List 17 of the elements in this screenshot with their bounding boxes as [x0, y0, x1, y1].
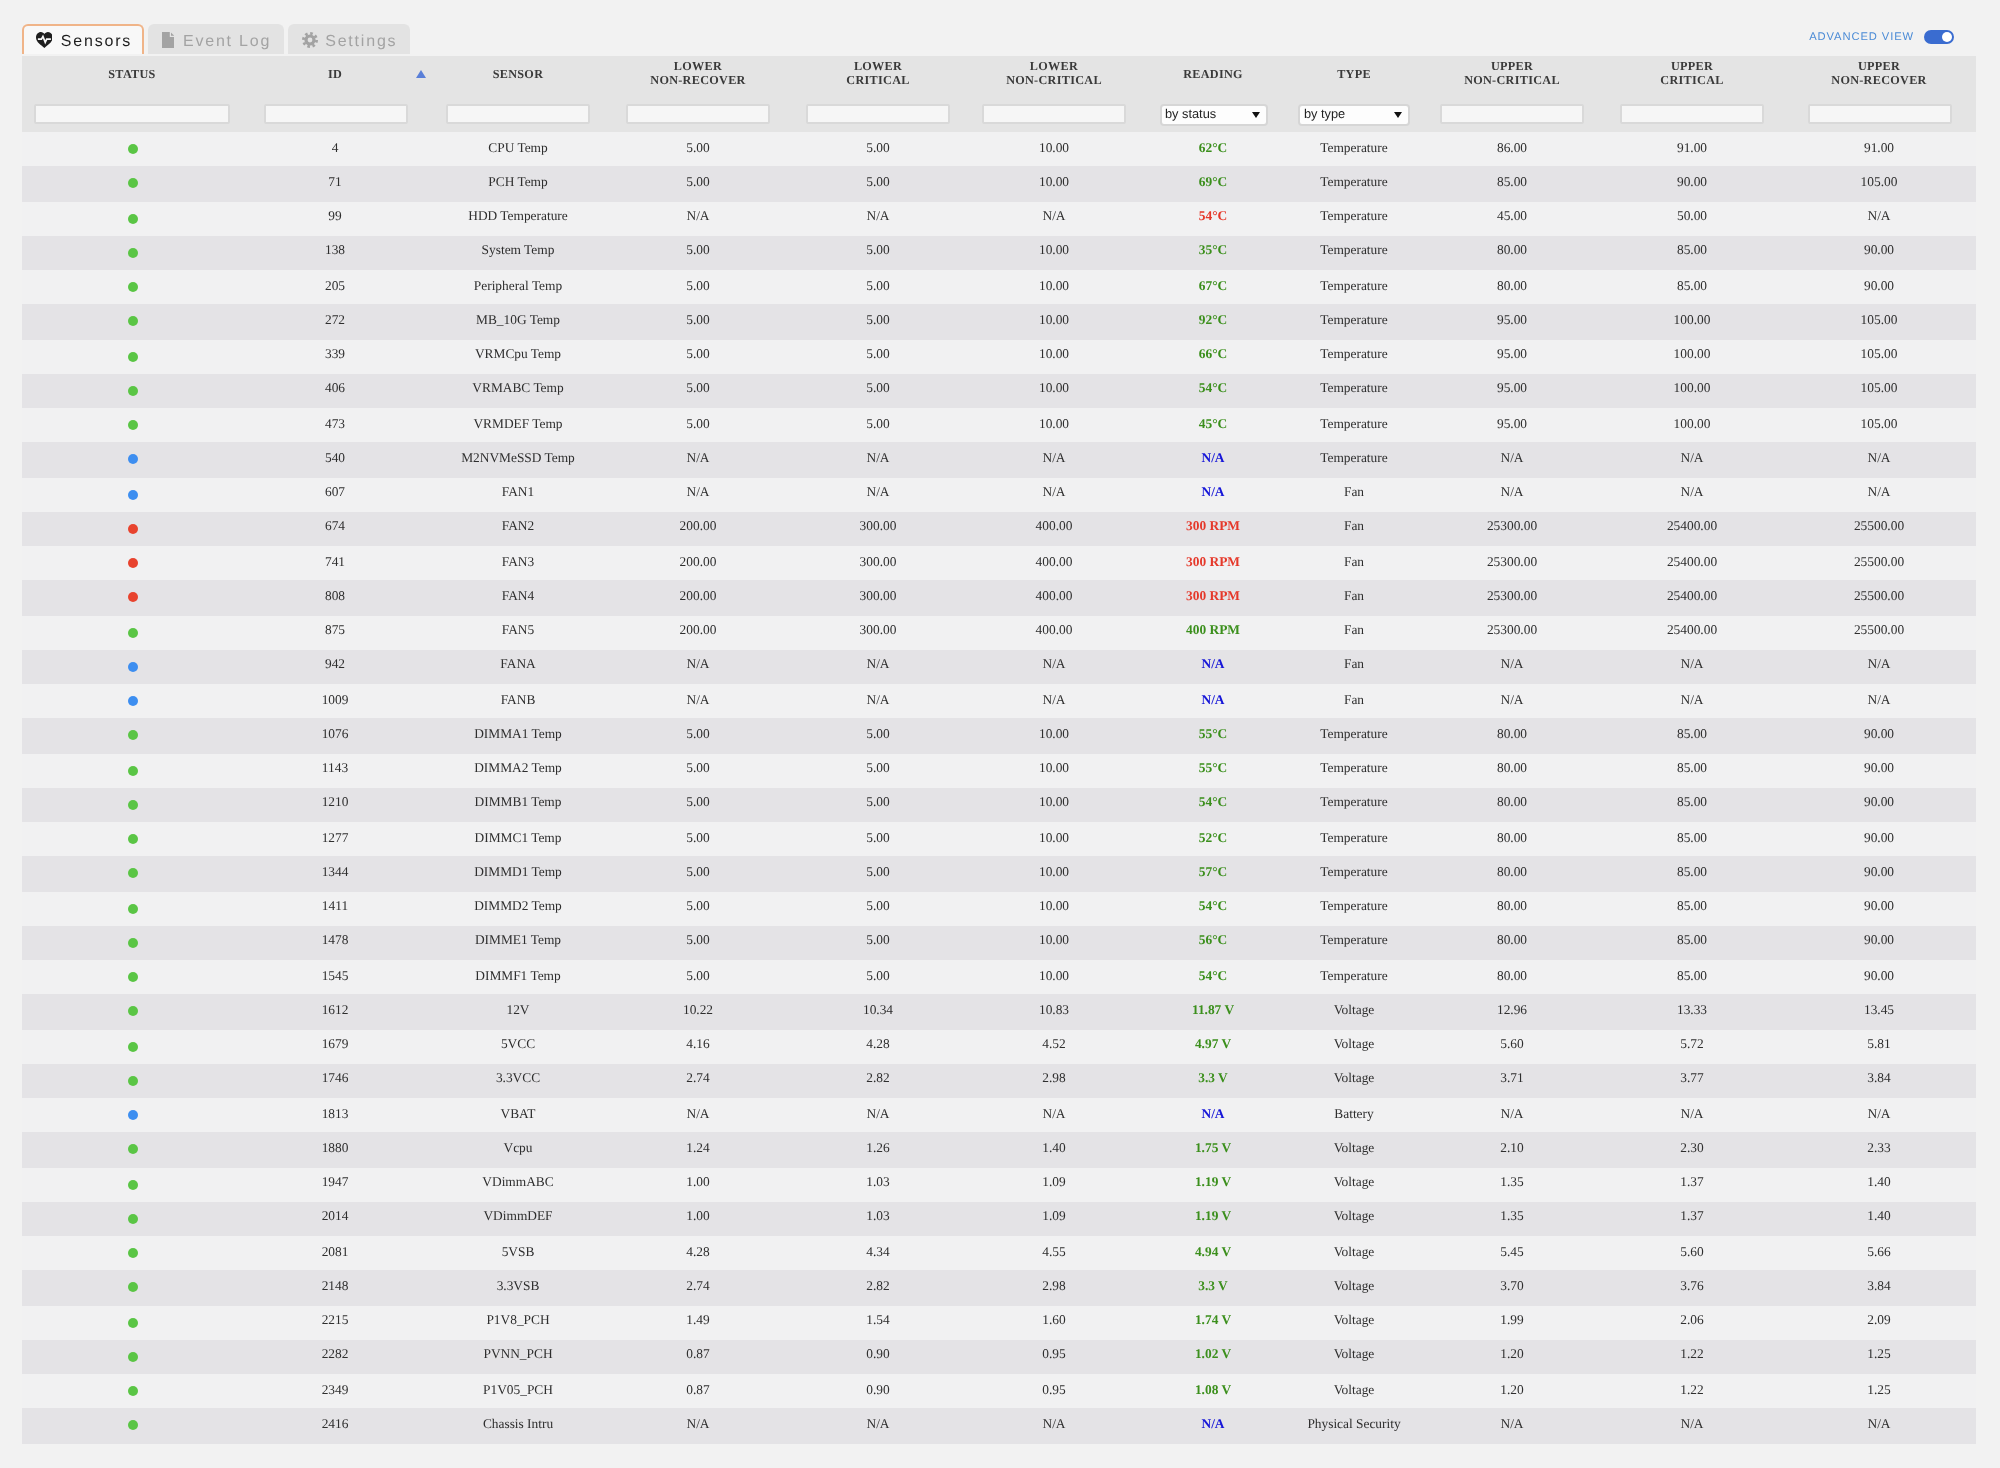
caret-icon [1394, 111, 1402, 117]
filter-field[interactable] [1807, 104, 1951, 124]
heartbeat-icon [36, 32, 53, 48]
filter-field[interactable] [1440, 104, 1584, 124]
filter-field[interactable] [263, 104, 407, 124]
advanced-view-toggle[interactable] [1924, 30, 1954, 44]
filter-field[interactable] [446, 104, 590, 124]
filter-field[interactable] [982, 104, 1126, 124]
filter-field[interactable] [626, 104, 770, 124]
caret-icon [1251, 111, 1259, 117]
document-icon [162, 32, 175, 48]
filter-field[interactable] [1620, 104, 1764, 124]
filter-field[interactable] [34, 104, 230, 124]
tab[interactable]: Sensors [22, 24, 145, 54]
filter-field[interactable] [806, 104, 950, 124]
sort-arrow-icon[interactable] [416, 69, 426, 77]
gear-icon [301, 32, 318, 48]
